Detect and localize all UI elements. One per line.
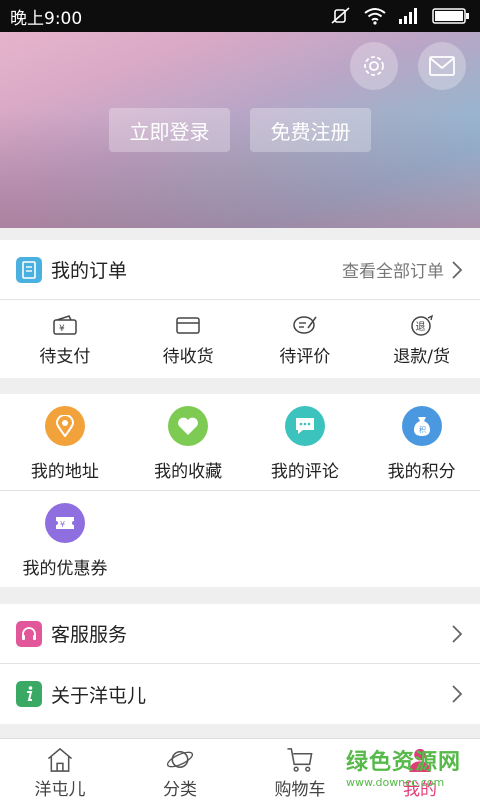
status-bar: 晚上9:00 [0, 0, 480, 32]
order-status-label: 退款/货 [393, 347, 450, 367]
settings-button[interactable] [350, 42, 398, 90]
feature-my-address[interactable]: 我的地址 [0, 394, 130, 490]
signal-icon [399, 8, 417, 24]
status-icons [330, 7, 470, 25]
tab-label: 购物车 [274, 780, 326, 800]
mail-icon [429, 56, 455, 76]
points-bag-icon: 积 [401, 406, 442, 446]
svg-text:积: 积 [419, 425, 426, 434]
wallet-icon: ¥ [53, 315, 77, 335]
feature-label: 我的地址 [30, 462, 99, 482]
user-icon [409, 748, 431, 773]
customer-service-row[interactable]: 客服服务 [0, 604, 480, 664]
features-row-2: ¥ 我的优惠券 [0, 491, 480, 587]
order-status-label: 待收货 [162, 347, 214, 367]
svg-text:退: 退 [415, 321, 425, 333]
customer-service-label: 客服服务 [51, 624, 128, 646]
features-row-1: 我的地址 我的收藏 我的评论 积 我的积分 [0, 394, 480, 491]
orders-card: 我的订单 查看全部订单 ¥ 待支付 待收货 待评价 退 退款/货 [0, 240, 480, 378]
features-card: 我的地址 我的收藏 我的评论 积 我的积分 ¥ 我的优惠券 [0, 394, 480, 587]
review-icon [293, 316, 317, 334]
comment-icon [284, 406, 325, 446]
headset-icon [16, 620, 42, 647]
feature-label: 我的积分 [387, 462, 456, 482]
order-list-icon [16, 256, 42, 283]
my-orders-row[interactable]: 我的订单 查看全部订单 [0, 240, 480, 300]
card-icon [176, 317, 200, 334]
coupon-icon: ¥ [45, 503, 85, 543]
location-icon [44, 406, 85, 446]
feature-label: 我的收藏 [154, 462, 223, 482]
bottom-tab-bar: 洋屯儿 分类 购物车 我的 [0, 738, 480, 800]
battery-icon [432, 8, 469, 24]
wifi-icon [364, 8, 386, 25]
planet-icon [166, 751, 194, 768]
order-status-bar: ¥ 待支付 待收货 待评价 退 退款/货 [0, 300, 480, 378]
info-icon [16, 681, 42, 707]
order-status-label: 待支付 [39, 347, 91, 367]
status-time: 晚上9:00 [10, 8, 83, 29]
about-label: 关于洋屯儿 [51, 684, 147, 707]
svg-text:¥: ¥ [60, 520, 65, 529]
tab-cart[interactable]: 购物车 [240, 739, 360, 800]
settings-list-card: 客服服务 关于洋屯儿 [0, 604, 480, 724]
order-status-to-review[interactable]: 待评价 [246, 300, 363, 378]
view-all-orders-link[interactable]: 查看全部订单 [342, 257, 444, 282]
register-button[interactable]: 免费注册 [250, 108, 371, 152]
svg-text:¥: ¥ [59, 324, 65, 334]
cart-icon [287, 748, 313, 772]
feature-label: 我的优惠券 [22, 559, 108, 579]
feature-my-points[interactable]: 积 我的积分 [363, 394, 480, 490]
mute-icon [331, 7, 350, 24]
profile-header: 立即登录 免费注册 [0, 32, 480, 228]
order-status-unpaid[interactable]: ¥ 待支付 [0, 300, 130, 378]
order-status-to-receive[interactable]: 待收货 [130, 300, 247, 378]
tab-label: 分类 [163, 780, 197, 800]
tab-category[interactable]: 分类 [120, 739, 240, 800]
tab-mine[interactable]: 我的 [360, 739, 480, 800]
login-button[interactable]: 立即登录 [109, 108, 230, 152]
order-status-label: 待评价 [279, 347, 331, 367]
feature-my-coupons[interactable]: ¥ 我的优惠券 [0, 491, 130, 587]
order-status-refund[interactable]: 退 退款/货 [363, 300, 480, 378]
tab-label: 洋屯儿 [34, 780, 86, 800]
gear-icon [364, 56, 384, 76]
feature-label: 我的评论 [270, 462, 339, 482]
feature-my-favorites[interactable]: 我的收藏 [130, 394, 247, 490]
message-button[interactable] [418, 42, 466, 90]
home-icon [47, 747, 73, 772]
chevron-right-icon [452, 624, 463, 643]
refund-icon: 退 [410, 314, 433, 336]
about-row[interactable]: 关于洋屯儿 [0, 664, 480, 724]
tab-home[interactable]: 洋屯儿 [0, 739, 120, 800]
my-orders-title: 我的订单 [51, 260, 128, 282]
feature-my-comments[interactable]: 我的评论 [246, 394, 363, 490]
heart-icon [168, 406, 209, 446]
chevron-right-icon [452, 685, 463, 703]
tab-label: 我的 [403, 780, 437, 800]
chevron-right-icon [452, 260, 463, 279]
